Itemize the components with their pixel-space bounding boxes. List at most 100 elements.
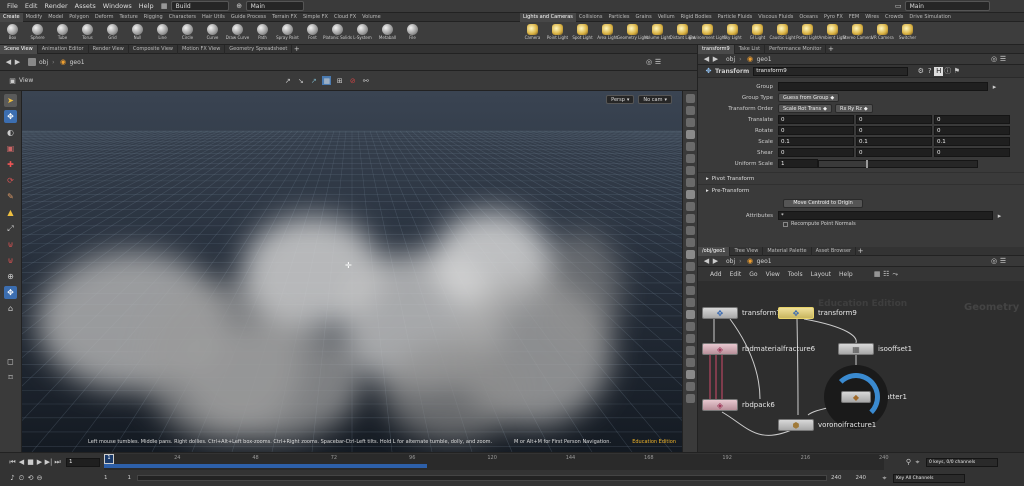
timeline-search-icon[interactable]: ⚲ — [904, 458, 913, 467]
display-option-icon[interactable] — [685, 286, 695, 295]
tool-environment-light[interactable]: Environment Light — [689, 22, 726, 45]
rotation-order-menu[interactable]: Rx Ry Rz ◆ — [834, 104, 873, 113]
shelf-tab-fem[interactable]: FEM — [846, 13, 862, 22]
tab-motion-fx-view[interactable]: Motion FX View — [178, 44, 226, 54]
uniform-scale-field[interactable]: 1 — [778, 159, 818, 168]
node-name-field[interactable]: transform9 — [753, 66, 909, 76]
pane-menu-icon[interactable]: ☰ — [654, 58, 663, 67]
param-path-geo[interactable]: geo1 — [757, 56, 772, 63]
transform-order-menu[interactable]: Scale Rot Trans ◆ — [778, 104, 832, 113]
shelf-tab-simple-fx[interactable]: Simple FX — [300, 13, 331, 22]
pose-tool-icon[interactable]: ▲ — [4, 206, 17, 219]
tool-spray-paint[interactable]: Spray Paint — [275, 22, 300, 45]
tool-sphere[interactable]: Sphere — [25, 22, 50, 45]
attributes-field[interactable]: * — [778, 211, 993, 220]
param-pin-icon[interactable]: ◎ — [990, 55, 999, 64]
tab-geometry-spreadsheet[interactable]: Geometry Spreadsheet — [225, 44, 293, 54]
tool-vr-camera[interactable]: VR Camera — [870, 22, 895, 45]
snap-point-icon[interactable]: ↘ — [296, 76, 305, 85]
snap-grid-icon[interactable]: ↗ — [283, 76, 292, 85]
node-voronoifracture1[interactable]: ⬢ voronoifracture1 — [778, 419, 876, 431]
tool-geometry-light[interactable]: Geometry Light — [617, 22, 648, 45]
tool-point-light[interactable]: Point Light — [545, 22, 570, 45]
tool-tube[interactable]: Tube — [50, 22, 75, 45]
display-option-icon[interactable] — [685, 394, 695, 403]
shelf-tab-viscous-fluids[interactable]: Viscous Fluids — [755, 13, 796, 22]
desktop-dropdown[interactable]: Main — [245, 1, 304, 11]
move-centroid-button[interactable]: Move Centroid to Origin — [783, 198, 863, 208]
shelf-tab-cloud-fx[interactable]: Cloud FX — [331, 13, 359, 22]
range-start-2[interactable]: 1 — [128, 475, 132, 481]
shelf-tab-deform[interactable]: Deform — [92, 13, 117, 22]
shelf-tab-guide-process[interactable]: Guide Process — [228, 13, 269, 22]
display-option-icon[interactable] — [685, 178, 695, 187]
tab-transform9[interactable]: transform9 — [698, 44, 735, 54]
uniform-scale-slider-knob[interactable] — [866, 159, 869, 168]
handle-tool-icon[interactable]: ✚ — [4, 158, 17, 171]
tool-null[interactable]: Null — [125, 22, 150, 45]
tab-take-list[interactable]: Take List — [735, 44, 766, 54]
audio-icon[interactable]: ♪ — [8, 474, 17, 483]
h-icon[interactable]: H — [934, 66, 944, 76]
record-icon[interactable]: ⊘ — [348, 76, 357, 85]
display-option-icon[interactable] — [685, 310, 695, 319]
tool-path[interactable]: Path — [250, 22, 275, 45]
rotate-x-field[interactable]: 0 — [778, 126, 854, 135]
tool-spot-light[interactable]: Spot Light — [570, 22, 595, 45]
display-option-icon[interactable] — [685, 118, 695, 127]
shelf-tab-particles[interactable]: Particles — [605, 13, 632, 22]
shelf-tab-oceans[interactable]: Oceans — [796, 13, 821, 22]
tool-caustic-light[interactable]: Caustic Light — [770, 22, 796, 45]
camera-dropdown[interactable]: No cam ▾ — [638, 95, 672, 104]
back-icon[interactable]: ◀ — [4, 58, 13, 67]
realtime-icon[interactable]: ⏲ — [17, 474, 26, 483]
display-option-icon[interactable] — [685, 262, 695, 271]
shelf-tab-grains[interactable]: Grains — [633, 13, 655, 22]
render-tool-icon[interactable]: ⌂ — [4, 302, 17, 315]
display-option-icon[interactable] — [685, 94, 695, 103]
node-transform7[interactable]: ✥ transform7 — [702, 307, 781, 319]
group-tool-icon[interactable]: ✥ — [4, 286, 17, 299]
scale-z-field[interactable]: 0.1 — [934, 137, 1010, 146]
path-obj[interactable]: obj — [39, 59, 48, 66]
display-option-icon[interactable] — [685, 370, 695, 379]
shelf-tab-rigging[interactable]: Rigging — [141, 13, 166, 22]
shelf-tab-modify[interactable]: Modify — [23, 13, 46, 22]
shelf-tab-characters[interactable]: Characters — [166, 13, 199, 22]
select-tool-icon[interactable]: ➤ — [4, 94, 17, 107]
key-all-channels-button[interactable]: Key All Channels — [893, 473, 965, 483]
tool-volume-light[interactable]: Volume Light — [644, 22, 671, 45]
snap-multi-icon[interactable]: ▦ — [322, 76, 332, 85]
uniform-scale-slider[interactable] — [818, 159, 978, 168]
rotate-tool-icon[interactable]: ⟳ — [4, 174, 17, 187]
key-icon[interactable]: ⌖ — [913, 458, 922, 467]
node-transform9[interactable]: ✥ transform9 — [778, 307, 857, 319]
tab-scene-view[interactable]: Scene View — [0, 44, 38, 54]
pan-tool-icon[interactable]: ⤢ — [4, 222, 17, 235]
shelf-tab-particle-fluids[interactable]: Particle Fluids — [715, 13, 756, 22]
brush-tool-icon[interactable]: ✎ — [4, 190, 17, 203]
range-end[interactable]: 240 — [831, 475, 842, 481]
add-tab-icon[interactable]: + — [292, 45, 301, 54]
link-icon[interactable]: ⚯ — [361, 76, 370, 85]
shelf-tab-create[interactable]: Create — [0, 12, 23, 22]
play-back-icon[interactable]: ◀ — [17, 458, 26, 467]
persp-dropdown[interactable]: Persp ▾ — [606, 95, 635, 104]
build-dropdown[interactable]: Build — [170, 1, 229, 11]
menu-help[interactable]: Help — [139, 2, 154, 10]
info-icon[interactable]: ⓘ — [943, 67, 952, 76]
gear-icon[interactable]: ⚙ — [916, 67, 925, 76]
tool-box[interactable]: Box — [0, 22, 25, 45]
display-option-icon[interactable] — [685, 130, 695, 139]
node-rbdmaterialfracture6[interactable]: ◈ rbdmaterialfracture6 — [702, 343, 815, 355]
tool-draw-curve[interactable]: Draw Curve — [225, 22, 250, 45]
shelf-tab-wires[interactable]: Wires — [862, 13, 882, 22]
grid-icon[interactable]: ⊞ — [335, 76, 344, 85]
shelf-tab-crowds[interactable]: Crowds — [882, 13, 906, 22]
lock-icon[interactable]: ⌑ — [4, 371, 17, 384]
menu-file[interactable]: File — [7, 2, 18, 10]
tool-platonic-solids[interactable]: Platonic Solids — [323, 22, 352, 45]
translate-x-field[interactable]: 0 — [778, 115, 854, 124]
param-menu-icon[interactable]: ☰ — [999, 55, 1008, 64]
tool-sky-light[interactable]: Sky Light — [720, 22, 745, 45]
